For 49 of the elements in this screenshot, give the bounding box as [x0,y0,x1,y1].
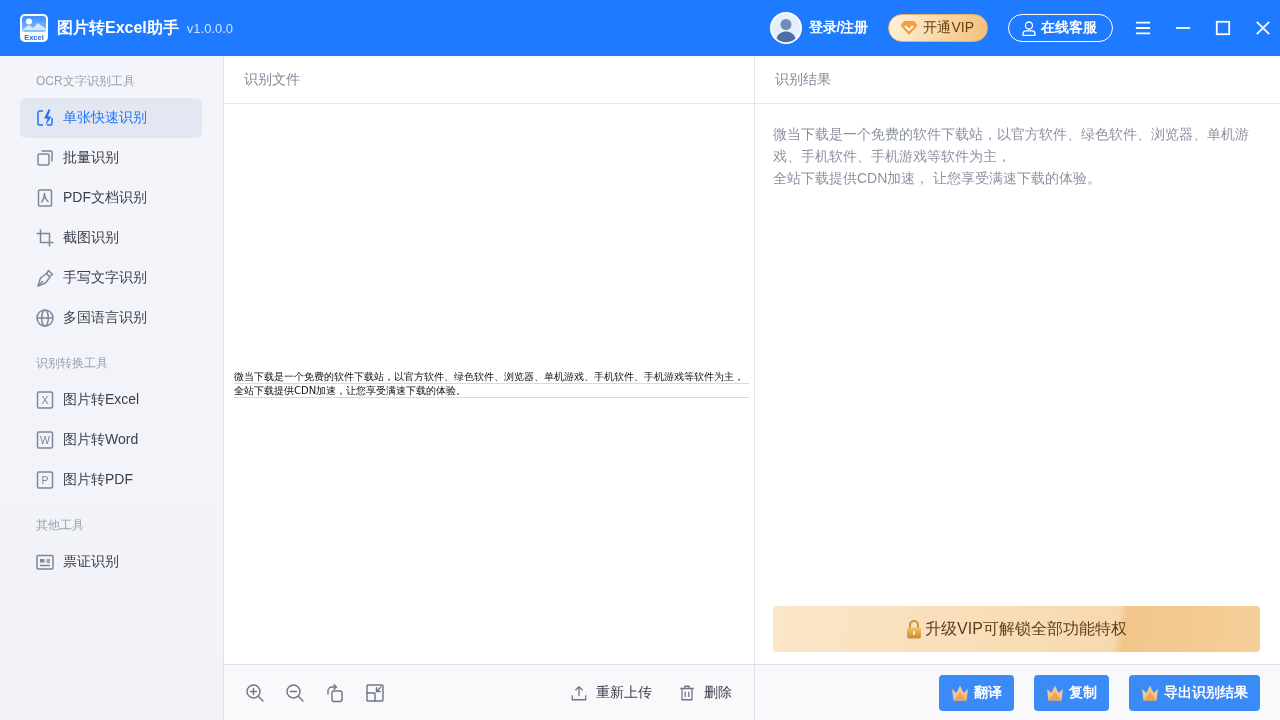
version-label: v1.0.0.0 [186,20,234,36]
sidebar-item[interactable]: 票证识别 [20,542,202,582]
pdf-document-icon [35,188,55,208]
card-icon [35,552,55,572]
result-paragraph: 微当下载是一个免费的软件下载站，以官方软件、绿色软件、浏览器、单机游戏、手机软件、手机游戏等软件为主， [773,125,1250,166]
menu-icon[interactable] [1135,20,1151,36]
diamond-icon [900,20,919,36]
app-title: 图片转Excel助手 [57,17,179,38]
sidebar-item[interactable]: 批量识别 [20,138,202,178]
sidebar-heading: OCR文字识别工具 [36,73,136,90]
zoom-in-icon[interactable] [245,682,265,703]
shrink-icon[interactable] [365,682,385,703]
panel-title: 识别结果 [775,70,831,89]
document-letter-icon: W [35,430,55,450]
sidebar-heading: 其他工具 [36,517,85,534]
trash-icon [678,683,696,702]
image-text-line: 全站下载提供CDN加速，让您享受满速下载的体验。 [234,384,749,398]
document-letter-icon: P [35,470,55,490]
maximize-icon[interactable] [1215,20,1231,36]
sidebar-item[interactable]: PDF文档识别 [20,178,202,218]
globe-icon [35,308,55,328]
result-paragraph: 全站下载提供CDN加速， 让您享受满速下载的体验。 [773,169,1103,188]
sidebar-item[interactable]: X 图片转Excel [20,380,202,420]
close-icon[interactable] [1255,20,1271,36]
sidebar-item[interactable]: P 图片转PDF [20,460,202,500]
avatar-icon[interactable] [769,12,802,44]
panel-title: 识别文件 [244,70,300,89]
sidebar-item[interactable]: 多国语言识别 [20,298,202,338]
crop-icon [35,228,55,248]
rotate-icon[interactable] [325,682,345,703]
lightning-frame-icon [35,108,55,128]
lock-icon [906,619,923,639]
stacked-squares-icon [35,148,55,168]
upload-icon [570,683,588,702]
sidebar-item[interactable]: 单张快速识别 [20,98,202,138]
zoom-out-icon[interactable] [285,682,305,703]
sidebar-item[interactable]: W 图片转Word [20,420,202,460]
image-text-line: 微当下载是一个免费的软件下载站，以官方软件、绿色软件、浏览器、单机游戏、手机软件、手机游戏等软件为主， [234,370,749,384]
document-letter-icon: X [35,390,55,410]
sidebar-heading: 识别转换工具 [36,355,109,372]
sidebar-item[interactable]: 手写文字识别 [20,258,202,298]
pen-nib-icon [35,268,55,288]
person-icon [1022,20,1036,36]
delete-button[interactable]: 删除 [678,683,732,702]
vip-button[interactable]: 开通VIP [888,14,988,42]
sidebar-item[interactable]: 截图识别 [20,218,202,258]
upgrade-banner[interactable]: 升级VIP可解锁全部功能特权 [773,606,1260,652]
reupload-button[interactable]: 重新上传 [570,683,652,702]
login-link[interactable]: 登录/注册 [808,19,869,37]
